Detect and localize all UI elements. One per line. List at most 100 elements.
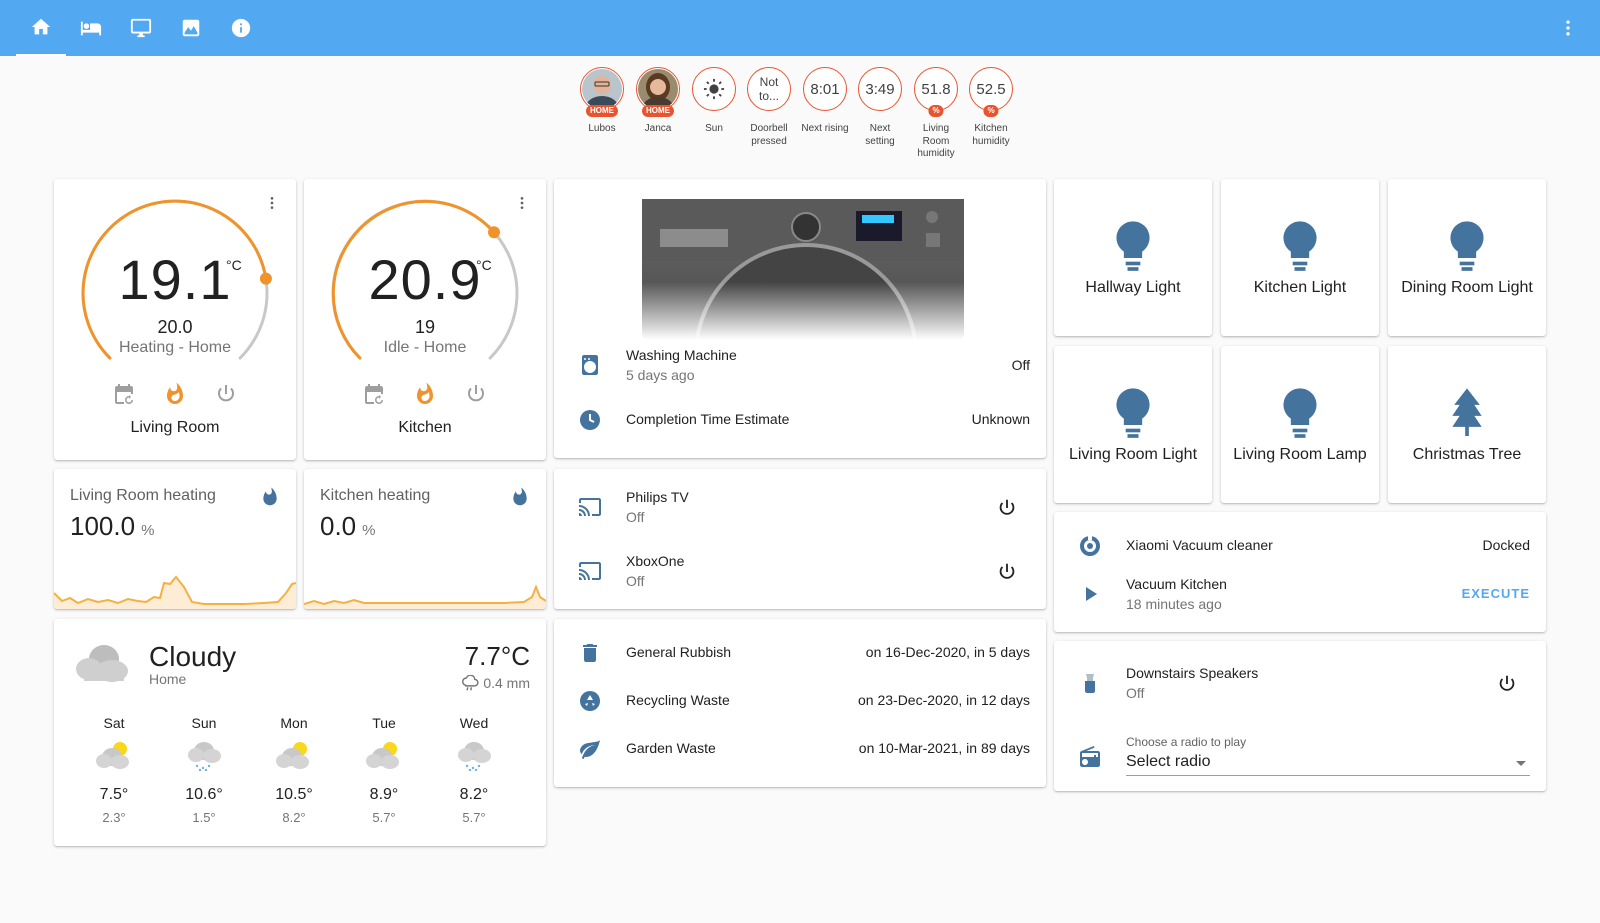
entity-state: Off xyxy=(1011,357,1030,373)
calendar-sync-icon[interactable] xyxy=(362,382,386,406)
forecast-day-name: Wed xyxy=(459,715,489,731)
entity-row-vacuum[interactable]: Xiaomi Vacuum cleaner Docked xyxy=(1054,526,1546,566)
thermostat-card-kitchen[interactable]: 20.9 °C 19 Idle - Home Kitchen xyxy=(304,179,546,460)
entity-row-xboxone[interactable]: XboxOne Off xyxy=(554,551,1046,591)
entity-row-vacuum-kitchen[interactable]: Vacuum Kitchen 18 minutes ago EXECUTE xyxy=(1054,574,1546,614)
forecast-day: Sun 10.6° 1.5° xyxy=(174,715,234,825)
sensor-title: Living Room heating xyxy=(70,487,216,504)
hvac-mode: Idle - Home xyxy=(383,339,467,356)
recycle-icon xyxy=(580,691,600,711)
fire-icon[interactable] xyxy=(163,382,187,406)
badge-label: Living Room humidity xyxy=(917,123,955,159)
badge-tag: HOME xyxy=(642,105,674,117)
cloudy-icon xyxy=(76,645,128,682)
badge-janca[interactable]: HOME Janca xyxy=(634,67,682,136)
sensor-value: 100.0% xyxy=(70,511,154,542)
power-icon[interactable] xyxy=(214,382,238,406)
sensor-card-living-room-heating[interactable]: Living Room heating 100.0% xyxy=(54,469,296,609)
sensor-number: 0.0 xyxy=(320,511,357,541)
select-value[interactable]: Select radio xyxy=(1126,753,1530,776)
badge-next-setting[interactable]: 3:49 Next setting xyxy=(856,67,904,148)
power-icon[interactable] xyxy=(1496,673,1518,695)
light-button-living-room-lamp[interactable]: Living Room Lamp xyxy=(1221,346,1379,503)
partly-cloudy-icon xyxy=(276,742,309,769)
light-button-dining-room[interactable]: Dining Room Light xyxy=(1388,179,1546,336)
entity-row-completion-time[interactable]: Completion Time Estimate Unknown xyxy=(554,400,1046,440)
power-icon[interactable] xyxy=(996,561,1018,583)
badge-label: Doorbell pressed xyxy=(750,123,788,147)
entity-row-recycling-waste[interactable]: Recycling Waste on 23-Dec-2020, in 12 da… xyxy=(554,681,1046,721)
trash-can-icon xyxy=(583,644,597,662)
entity-row-philips-tv[interactable]: Philips TV Off xyxy=(554,487,1046,527)
avatar xyxy=(582,69,622,109)
entity-state: Docked xyxy=(1482,537,1530,553)
radio-icon xyxy=(1080,746,1100,767)
entity-name: Garden Waste xyxy=(626,740,716,756)
badge-sun[interactable]: Sun xyxy=(690,67,738,136)
forecast-low: 8.2° xyxy=(282,810,306,825)
badge-living-room-humidity[interactable]: 51.8 % Living Room humidity xyxy=(912,67,960,161)
badge-next-rising[interactable]: 8:01 Next rising xyxy=(801,67,849,136)
entity-name: Downstairs Speakers xyxy=(1126,665,1259,681)
sensor-card-kitchen-heating[interactable]: Kitchen heating 0.0% xyxy=(304,469,546,609)
home-icon xyxy=(31,18,51,35)
tab-media[interactable] xyxy=(116,0,166,56)
fire-icon xyxy=(513,487,527,506)
washing-machine-card[interactable]: Washing Machine 5 days ago Off Completio… xyxy=(554,179,1046,458)
badge-kitchen-humidity[interactable]: 52.5 % Kitchen humidity xyxy=(967,67,1015,148)
robot-vacuum-icon xyxy=(1080,536,1100,556)
entity-name: Completion Time Estimate xyxy=(626,411,790,427)
forecast-low: 5.7° xyxy=(462,810,486,825)
power-icon[interactable] xyxy=(464,382,488,406)
weather-card[interactable]: Cloudy Home 7.7°C 0.4 mm Sat 7.5° 2.3° S… xyxy=(54,619,546,846)
entity-row-garden-waste[interactable]: Garden Waste on 10-Mar-2021, in 89 days xyxy=(554,729,1046,769)
cloud-rain-icon xyxy=(462,674,479,691)
menu-button[interactable] xyxy=(1558,16,1578,40)
chevron-down-icon xyxy=(1516,761,1526,766)
power-icon[interactable] xyxy=(996,497,1018,519)
play-icon xyxy=(1086,587,1097,601)
radio-select[interactable]: Choose a radio to play Select radio xyxy=(1126,735,1530,776)
light-name: Living Room Lamp xyxy=(1233,446,1367,463)
light-name: Dining Room Light xyxy=(1401,279,1533,296)
forecast-high: 8.9° xyxy=(369,786,399,803)
entity-name: Washing Machine xyxy=(626,347,737,363)
washing-machine-icon xyxy=(582,355,598,375)
badge-circle: HOME xyxy=(580,67,624,117)
entity-row-general-rubbish[interactable]: General Rubbish on 16-Dec-2020, in 5 day… xyxy=(554,633,1046,673)
badge-lubos[interactable]: HOME Lubos xyxy=(578,67,626,136)
badge-doorbell[interactable]: Not to... Doorbell pressed xyxy=(745,67,793,148)
vacuum-card[interactable]: Xiaomi Vacuum cleaner Docked Vacuum Kitc… xyxy=(1054,512,1546,632)
tab-home[interactable] xyxy=(16,0,66,56)
cast-icon xyxy=(579,562,601,580)
image-icon xyxy=(182,19,200,37)
waste-collection-card[interactable]: General Rubbish on 16-Dec-2020, in 5 day… xyxy=(554,619,1046,787)
tab-bedroom[interactable] xyxy=(66,0,116,56)
lightbulb-icon xyxy=(1116,221,1150,271)
calendar-sync-icon[interactable] xyxy=(112,382,136,406)
light-button-kitchen[interactable]: Kitchen Light xyxy=(1221,179,1379,336)
tab-info[interactable] xyxy=(216,0,266,56)
speakers-card[interactable]: Downstairs Speakers Off Choose a radio t… xyxy=(1054,641,1546,791)
partly-cloudy-icon xyxy=(96,742,129,769)
media-players-card[interactable]: Philips TV Off XboxOne Off xyxy=(554,469,1046,609)
tab-history[interactable] xyxy=(166,0,216,56)
light-button-living-room[interactable]: Living Room Light xyxy=(1054,346,1212,503)
entity-state: Off xyxy=(626,573,645,589)
thermostat-card-living-room[interactable]: 19.1 °C 20.0 Heating - Home Living Room xyxy=(54,179,296,460)
execute-button[interactable]: EXECUTE xyxy=(1462,586,1530,601)
entity-row-downstairs-speakers[interactable]: Downstairs Speakers Off xyxy=(1054,663,1546,703)
sensor-title: Kitchen heating xyxy=(320,487,431,504)
light-button-christmas-tree[interactable]: Christmas Tree xyxy=(1388,346,1546,503)
badge-tag: % xyxy=(928,105,944,117)
badge-tag: HOME xyxy=(586,105,618,117)
light-name: Christmas Tree xyxy=(1412,446,1522,463)
sensor-unit: % xyxy=(141,522,155,539)
entity-row-washing-machine[interactable]: Washing Machine 5 days ago Off xyxy=(554,345,1046,385)
forecast-day: Wed 8.2° 5.7° xyxy=(444,715,504,825)
badge-value: 51.8 xyxy=(921,80,951,98)
fire-icon[interactable] xyxy=(413,382,437,406)
badge-label: Sun xyxy=(705,123,723,134)
light-button-hallway[interactable]: Hallway Light xyxy=(1054,179,1212,336)
light-name: Living Room Light xyxy=(1068,446,1198,463)
